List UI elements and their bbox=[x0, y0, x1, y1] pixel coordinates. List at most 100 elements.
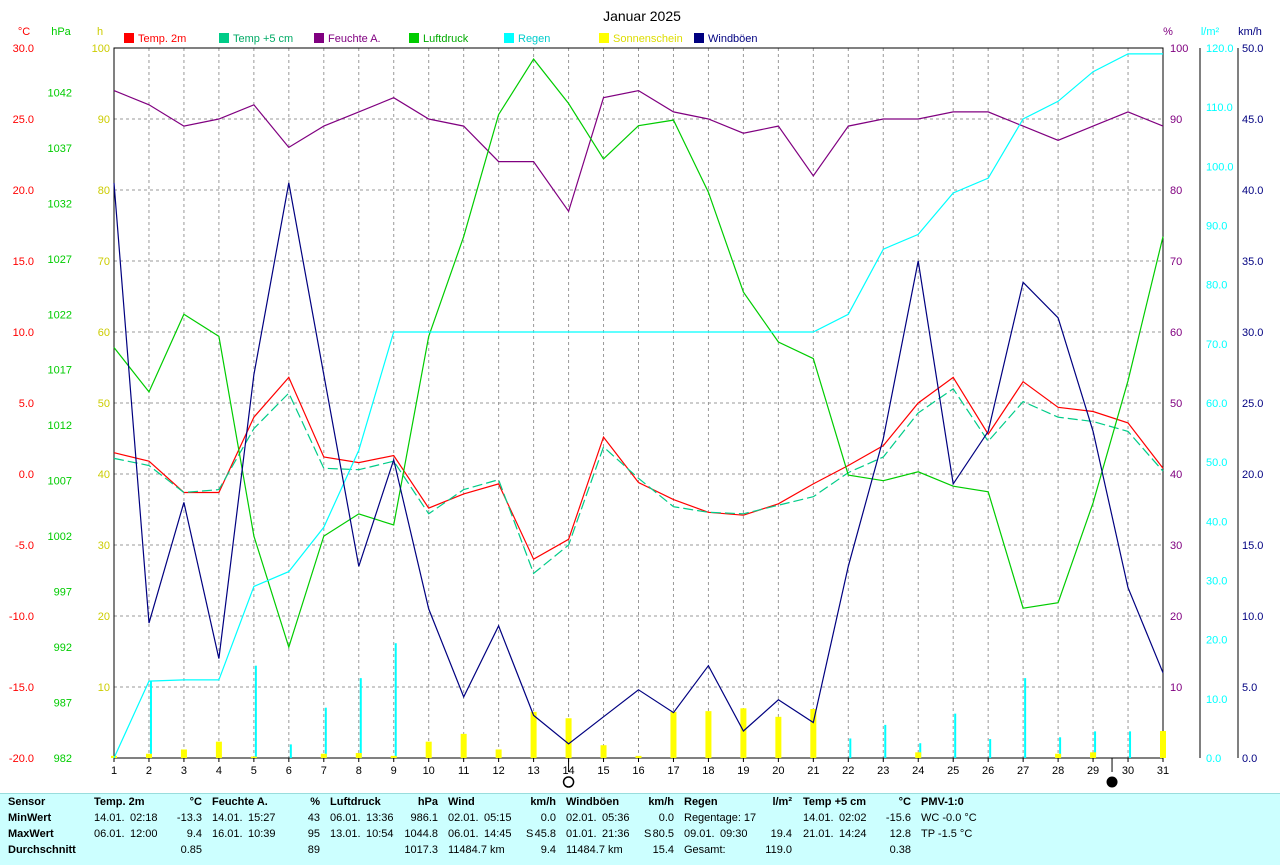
stats-row-label: MaxWert bbox=[8, 828, 54, 840]
stats-date: 02.01. bbox=[566, 812, 597, 824]
y-tick-label-temp: 25.0 bbox=[13, 114, 34, 126]
stats-sensor-column: Sensor MinWert MaxWert Durchschnitt bbox=[8, 794, 88, 865]
y-tick-label-wind: 50.0 bbox=[1242, 43, 1263, 55]
x-tick-label: 5 bbox=[251, 765, 257, 777]
stats-value-row: TP -1.5 °C bbox=[921, 826, 1029, 842]
rain-bar bbox=[1129, 731, 1132, 758]
stats-value: 43 bbox=[307, 812, 320, 824]
stats-value: -15.6 bbox=[885, 812, 911, 824]
sunshine-bar bbox=[1160, 731, 1166, 758]
x-tick-label: 15 bbox=[597, 765, 609, 777]
stats-block-name: Temp +5 cm bbox=[803, 796, 867, 808]
sunshine-bar bbox=[915, 752, 922, 758]
legend-swatch bbox=[504, 33, 514, 43]
y-tick-label-humidity: 70 bbox=[1170, 256, 1182, 268]
y-tick-label-humidity: 90 bbox=[1170, 114, 1182, 126]
y-tick-label-wind: 25.0 bbox=[1242, 398, 1263, 410]
x-tick-label: 6 bbox=[286, 765, 292, 777]
y-tick-label-rain: 110.0 bbox=[1206, 102, 1233, 114]
stats-value-row: 02.01. 05:15 0.0 bbox=[448, 810, 556, 826]
stats-value: 9.4 bbox=[186, 828, 202, 840]
stats-block: Feuchte A.% 14.01. 15:27 43 16.01. 10:39 95 89 bbox=[212, 794, 320, 865]
stats-value-row: WC -0.0 °C bbox=[921, 810, 1029, 826]
y-tick-label-pressure: 987 bbox=[54, 698, 72, 710]
axis-unit-sunshine: h bbox=[97, 26, 103, 38]
y-tick-label-rain: 20.0 bbox=[1206, 635, 1227, 647]
stats-time: 12:00 bbox=[130, 828, 158, 840]
stats-value: 19.4 bbox=[770, 828, 792, 840]
y-tick-label-wind: 35.0 bbox=[1242, 256, 1263, 268]
stats-time: 09:30 bbox=[720, 828, 748, 840]
x-tick-label: 11 bbox=[458, 765, 469, 777]
stats-value-row: 1017.3 bbox=[330, 842, 438, 858]
y-tick-label-rain: 30.0 bbox=[1206, 576, 1227, 588]
rain-bar bbox=[289, 744, 292, 758]
stats-date: 06.01. bbox=[94, 828, 125, 840]
x-tick-label: 30 bbox=[1122, 765, 1134, 777]
y-tick-label-wind: 5.0 bbox=[1242, 682, 1257, 694]
stats-value-row: 06.01. 13:36 986.1 bbox=[330, 810, 438, 826]
y-tick-label-sunshine: 90 bbox=[98, 114, 110, 126]
legend-label: Windböen bbox=[708, 33, 758, 45]
y-tick-label-wind: 30.0 bbox=[1242, 327, 1263, 339]
full-moon-icon bbox=[562, 776, 575, 788]
y-tick-label-sunshine: 70 bbox=[98, 256, 110, 268]
legend-swatch bbox=[219, 33, 229, 43]
y-tick-label-pressure: 982 bbox=[54, 753, 72, 765]
y-tick-label-rain: 50.0 bbox=[1206, 457, 1227, 469]
sunshine-bar bbox=[1055, 753, 1062, 758]
axes: 1 2 3 4 5 6 7 8 9 10 11 12 13 14 15 16 17 18 19 20 21 22 23 24 2… bbox=[9, 26, 1264, 777]
weather-chart: Januar 2025 1 2 3 4 5 6 7 8 9 10 11 12 13 14 15 16 17 18 1… bbox=[9, 8, 1264, 788]
sunshine-bar bbox=[670, 711, 677, 758]
sunshine-bar bbox=[775, 716, 782, 758]
stats-value: -13.3 bbox=[176, 812, 202, 824]
stats-block-name: Feuchte A. bbox=[212, 796, 268, 808]
stats-date: 14.01. bbox=[803, 812, 834, 824]
x-tick-label: 4 bbox=[216, 765, 222, 777]
stats-date: 11484.7 km bbox=[448, 844, 505, 856]
x-tick-label: 31 bbox=[1157, 765, 1169, 777]
stats-value: 80.5 bbox=[652, 828, 674, 840]
stats-block: Windböen km/h 02.01. 05:36 0.0 01.01. 21:36 S 80… bbox=[566, 794, 674, 865]
stats-value-row: 14.01. 02:02 -15.6 bbox=[803, 810, 911, 826]
stats-value-row: 11484.7 km 15.4 bbox=[566, 842, 674, 858]
y-tick-label-humidity: 50 bbox=[1170, 398, 1182, 410]
y-tick-label-wind: 45.0 bbox=[1242, 114, 1263, 126]
y-tick-label-sunshine: 20 bbox=[98, 611, 110, 623]
stats-value-row: 89 bbox=[212, 842, 320, 858]
stats-block-unit: °C bbox=[898, 796, 911, 808]
stats-block-header: Feuchte A.% bbox=[212, 794, 320, 810]
y-tick-label-pressure: 1017 bbox=[48, 365, 72, 377]
y-tick-label-humidity: 80 bbox=[1170, 185, 1182, 197]
x-tick-label: 17 bbox=[667, 765, 679, 777]
y-tick-label-humidity: 20 bbox=[1170, 611, 1182, 623]
axis-unit-rain: l/m² bbox=[1201, 26, 1220, 38]
y-tick-label-pressure: 1027 bbox=[48, 254, 72, 266]
axis-unit-humidity: % bbox=[1163, 26, 1173, 38]
x-tick-label: 1 bbox=[111, 765, 117, 777]
legend-swatch bbox=[124, 33, 134, 43]
stats-date: 16.01. bbox=[212, 828, 243, 840]
stats-value: 15.4 bbox=[652, 844, 674, 856]
axis-unit-temp: °C bbox=[18, 26, 30, 38]
stats-value: 12.8 bbox=[889, 828, 911, 840]
stats-value: 0.0 bbox=[658, 812, 674, 824]
stats-block-header: Luftdruck hPa bbox=[330, 794, 438, 810]
x-tick-label: 2 bbox=[146, 765, 152, 777]
sunshine-bar bbox=[145, 753, 152, 758]
y-tick-label-pressure: 1032 bbox=[48, 198, 72, 210]
x-tick-label: 24 bbox=[912, 765, 924, 777]
x-tick-label: 19 bbox=[737, 765, 749, 777]
y-tick-label-sunshine: 40 bbox=[98, 469, 110, 481]
stats-block-header: Wind km/h bbox=[448, 794, 556, 810]
legend-label: Sonnenschein bbox=[613, 33, 683, 45]
sunshine-bar bbox=[740, 708, 747, 758]
sunshine-bar bbox=[565, 718, 572, 758]
stats-row-label: Durchschnitt bbox=[8, 844, 76, 856]
legend-swatch bbox=[694, 33, 704, 43]
rain-bar bbox=[849, 738, 852, 758]
y-tick-label-rain: 70.0 bbox=[1206, 339, 1227, 351]
y-tick-label-pressure: 1012 bbox=[48, 420, 72, 432]
y-tick-label-humidity: 60 bbox=[1170, 327, 1182, 339]
stats-time: 02:02 bbox=[839, 812, 867, 824]
